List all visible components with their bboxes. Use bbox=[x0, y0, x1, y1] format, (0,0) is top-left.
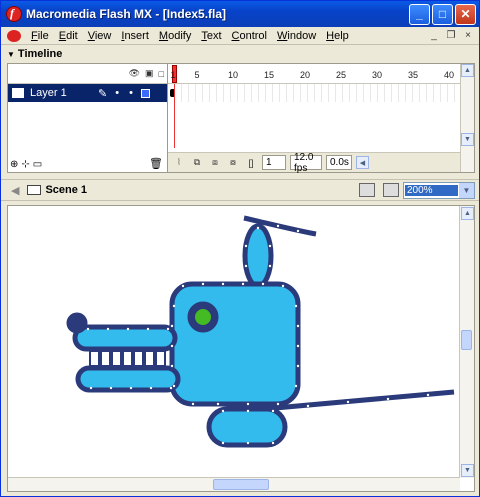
title-bar[interactable]: f Macromedia Flash MX - [Index5.fla] _ □… bbox=[1, 1, 479, 27]
edit-scene-icon[interactable] bbox=[359, 183, 375, 197]
edit-bar: ◀ Scene 1 200% ▼ bbox=[1, 179, 479, 201]
add-guide-layer-icon[interactable]: ⊹ bbox=[21, 159, 29, 170]
timeline-status-bar: ⦚ ⧉ ⧈ ⧇ [] 1 12.0 fps 0.0s ◀ bbox=[168, 152, 462, 174]
doc-minimize-button[interactable]: _ bbox=[427, 28, 441, 42]
ruler-tick: 5 bbox=[194, 70, 200, 80]
doc-close-button[interactable]: × bbox=[461, 28, 475, 42]
stage-horizontal-thumb[interactable] bbox=[213, 479, 269, 490]
ruler-tick: 40 bbox=[443, 70, 455, 80]
onion-outline-icon[interactable]: ⧈ bbox=[208, 156, 222, 170]
scroll-up-button[interactable]: ▲ bbox=[461, 64, 474, 77]
menu-edit[interactable]: Edit bbox=[54, 30, 83, 42]
ruler-tick: 15 bbox=[263, 70, 275, 80]
flash-window: f Macromedia Flash MX - [Index5.fla] _ □… bbox=[0, 0, 480, 497]
lock-icon[interactable]: ▣ bbox=[145, 68, 154, 79]
lower-jaw[interactable] bbox=[75, 365, 181, 393]
frame-row[interactable] bbox=[168, 84, 462, 102]
stage-vertical-thumb[interactable] bbox=[461, 330, 472, 350]
layer-row[interactable]: Layer 1 ✎ • • bbox=[8, 84, 167, 102]
stage-vertical-scrollbar[interactable]: ▲ ▼ bbox=[459, 206, 474, 478]
lower-body[interactable] bbox=[206, 406, 288, 448]
layer-name: Layer 1 bbox=[30, 87, 67, 99]
timeline-header[interactable]: ▼ Timeline bbox=[1, 46, 479, 62]
onion-skin-icon[interactable]: ⧉ bbox=[190, 156, 204, 170]
edit-symbols-icon[interactable] bbox=[383, 183, 399, 197]
document-icon[interactable] bbox=[7, 29, 21, 42]
edit-multiple-icon[interactable]: ⧇ bbox=[226, 156, 240, 170]
chevron-down-icon[interactable]: ▼ bbox=[459, 183, 474, 198]
menu-bar: File Edit View Insert Modify Text Contro… bbox=[1, 27, 479, 45]
upper-jaw[interactable] bbox=[72, 324, 178, 352]
ruler-tick: 25 bbox=[335, 70, 347, 80]
menu-window[interactable]: Window bbox=[272, 30, 321, 42]
dog-drawing[interactable] bbox=[8, 206, 460, 478]
eye bbox=[195, 309, 211, 325]
maximize-button[interactable]: □ bbox=[432, 3, 453, 25]
stage-canvas[interactable] bbox=[8, 206, 460, 478]
center-frame-icon[interactable]: ⦚ bbox=[172, 156, 186, 170]
lock-dot-icon[interactable]: • bbox=[129, 87, 133, 99]
menu-text[interactable]: Text bbox=[196, 30, 226, 42]
layer-icon bbox=[12, 88, 24, 98]
ruler-tick: 10 bbox=[227, 70, 239, 80]
stage-scroll-up-button[interactable]: ▲ bbox=[461, 207, 474, 220]
window-title: Macromedia Flash MX - [Index5.fla] bbox=[26, 7, 227, 21]
frame-rate: 12.0 fps bbox=[290, 152, 322, 174]
menu-help[interactable]: Help bbox=[321, 30, 354, 42]
eye-icon[interactable]: 👁 bbox=[129, 68, 140, 79]
scene-icon bbox=[27, 185, 42, 195]
zoom-select[interactable]: 200% ▼ bbox=[403, 182, 475, 199]
frame-area: 1 5 10 15 20 25 30 35 40 ⦚ ⧉ ⧈ ⧇ [] 1 12.0 fps 0… bbox=[168, 64, 462, 174]
current-frame: 1 bbox=[262, 155, 286, 170]
insert-layer-icon[interactable]: ⊕ bbox=[10, 159, 18, 170]
outline-icon[interactable]: □ bbox=[159, 69, 164, 79]
insert-folder-icon[interactable]: ▭ bbox=[33, 159, 42, 170]
menu-file[interactable]: File bbox=[26, 30, 54, 42]
teeth bbox=[89, 350, 166, 367]
collapse-arrow-icon[interactable]: ▼ bbox=[7, 50, 15, 59]
timeline-panel: 👁 ▣ □ Layer 1 ✎ • • ⊕ ⊹ ▭ 🗑 1 5 10 15 20… bbox=[7, 63, 475, 174]
frame-ruler[interactable]: 1 5 10 15 20 25 30 35 40 bbox=[168, 64, 462, 84]
layer-list: 👁 ▣ □ Layer 1 ✎ • • ⊕ ⊹ ▭ 🗑 bbox=[8, 64, 168, 172]
outline-color-icon[interactable] bbox=[140, 88, 150, 98]
pencil-icon: ✎ bbox=[98, 87, 108, 100]
menu-view[interactable]: View bbox=[83, 30, 117, 42]
nose[interactable] bbox=[66, 312, 88, 334]
menu-insert[interactable]: Insert bbox=[116, 30, 154, 42]
head[interactable] bbox=[169, 281, 301, 407]
timeline-scroll-left-button[interactable]: ◀ bbox=[356, 156, 369, 169]
modify-markers-icon[interactable]: [] bbox=[244, 156, 258, 170]
elapsed-time: 0.0s bbox=[326, 155, 352, 170]
ruler-tick: 30 bbox=[371, 70, 383, 80]
stage-area: ▲ ▼ bbox=[7, 205, 475, 492]
menu-modify[interactable]: Modify bbox=[154, 30, 196, 42]
doc-restore-button[interactable]: ❐ bbox=[444, 28, 458, 42]
flash-app-icon: f bbox=[6, 6, 22, 22]
timeline-title: Timeline bbox=[17, 48, 63, 60]
ruler-tick: 35 bbox=[407, 70, 419, 80]
playhead-line bbox=[174, 84, 175, 148]
visible-dot-icon[interactable]: • bbox=[115, 87, 119, 99]
timeline-vertical-scrollbar[interactable]: ▲ ▼ bbox=[460, 64, 474, 172]
ear[interactable] bbox=[242, 223, 274, 289]
close-button[interactable]: ✕ bbox=[455, 3, 476, 25]
layer-header: 👁 ▣ □ bbox=[8, 64, 167, 84]
ruler-tick: 20 bbox=[299, 70, 311, 80]
trash-icon[interactable]: 🗑 bbox=[149, 157, 163, 170]
scroll-down-button[interactable]: ▼ bbox=[461, 133, 474, 146]
stage-scroll-down-button[interactable]: ▼ bbox=[461, 464, 474, 477]
zoom-value: 200% bbox=[405, 185, 458, 196]
minimize-button[interactable]: _ bbox=[409, 3, 430, 25]
back-arrow-icon[interactable]: ◀ bbox=[11, 184, 19, 197]
stage-horizontal-scrollbar[interactable] bbox=[8, 477, 460, 491]
layer-tools: ⊕ ⊹ ▭ bbox=[10, 159, 42, 170]
menu-control[interactable]: Control bbox=[227, 30, 272, 42]
ruler-tick: 1 bbox=[170, 70, 176, 80]
scene-label: Scene 1 bbox=[45, 184, 88, 196]
